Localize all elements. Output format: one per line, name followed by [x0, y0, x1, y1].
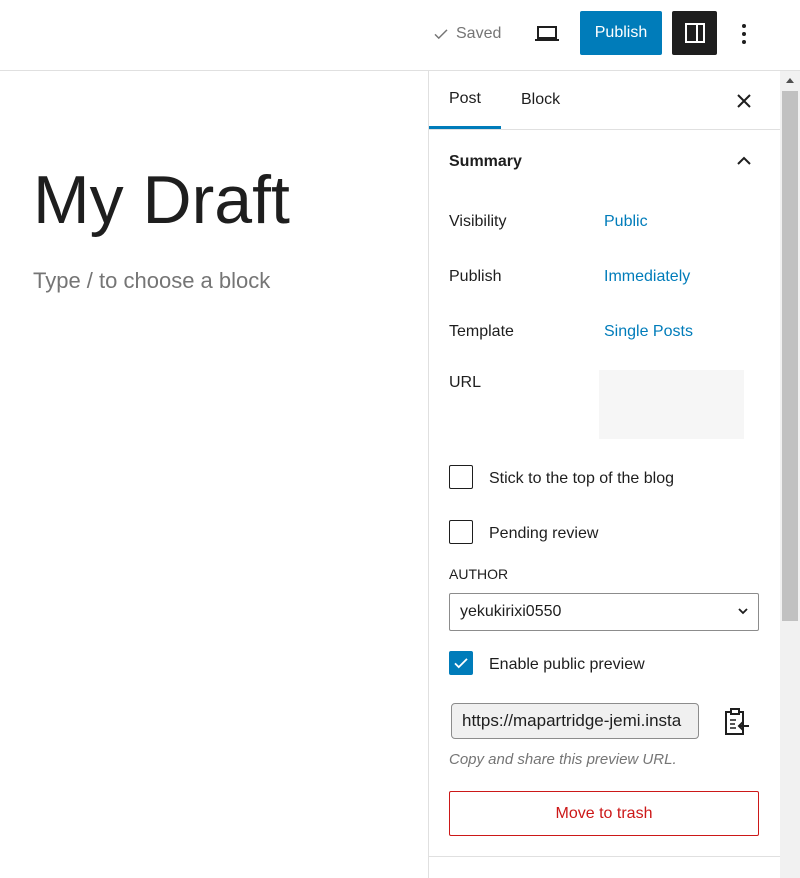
- saved-label: Saved: [456, 25, 502, 42]
- stick-to-top-checkbox[interactable]: [449, 465, 473, 489]
- post-title[interactable]: My Draft: [33, 160, 290, 240]
- sidebar-panel-icon: [684, 23, 705, 43]
- panel-divider: [429, 856, 780, 857]
- public-preview-checkbox[interactable]: [449, 651, 473, 675]
- public-preview-label[interactable]: Enable public preview: [489, 656, 645, 674]
- check-icon: [454, 658, 468, 669]
- copy-preview-url-button[interactable]: [722, 707, 752, 737]
- chevron-up-icon[interactable]: [734, 151, 754, 171]
- pending-review-label[interactable]: Pending review: [489, 525, 598, 543]
- check-icon: [434, 29, 448, 40]
- chevron-down-icon: [738, 608, 748, 615]
- author-selected-value: yekukirixi0550: [460, 603, 562, 620]
- url-label: URL: [449, 374, 482, 391]
- preview-help-text: Copy and share this preview URL.: [449, 751, 677, 768]
- author-label: AUTHOR: [449, 566, 509, 582]
- scrollbar-thumb[interactable]: [782, 91, 798, 621]
- close-sidebar-button[interactable]: [732, 89, 756, 113]
- publish-date-label: Publish: [449, 268, 502, 285]
- visibility-label: Visibility: [449, 213, 507, 230]
- publish-date-toggle[interactable]: Immediately: [604, 268, 690, 286]
- publish-button[interactable]: Publish: [580, 11, 662, 55]
- sidebar-tabs: Post Block: [429, 71, 780, 130]
- template-toggle[interactable]: Single Posts: [604, 323, 693, 341]
- template-label: Template: [449, 323, 514, 340]
- settings-sidebar: Post Block Summary Visibility Public Pub…: [428, 71, 780, 878]
- saved-indicator: Saved: [432, 22, 501, 46]
- sidebar-scrollbar[interactable]: [780, 71, 800, 878]
- tab-block[interactable]: Block: [521, 71, 560, 129]
- editor-header: Saved Publish: [0, 0, 800, 71]
- tab-post[interactable]: Post: [429, 71, 501, 129]
- visibility-toggle[interactable]: Public: [604, 213, 648, 231]
- block-appender[interactable]: Type / to choose a block: [33, 268, 270, 294]
- close-icon: [737, 94, 751, 108]
- settings-toggle-button[interactable]: [672, 11, 717, 55]
- options-menu-button[interactable]: [730, 18, 758, 50]
- url-field[interactable]: [599, 370, 744, 439]
- vertical-ellipsis-icon: [742, 24, 746, 44]
- move-to-trash-button[interactable]: Move to trash: [449, 791, 759, 836]
- summary-panel-title[interactable]: Summary: [449, 153, 522, 171]
- stick-to-top-label[interactable]: Stick to the top of the blog: [489, 470, 674, 488]
- author-select[interactable]: yekukirixi0550: [449, 593, 759, 631]
- laptop-icon: [535, 26, 559, 41]
- scroll-up-arrow-icon[interactable]: [780, 71, 800, 89]
- pending-review-checkbox[interactable]: [449, 520, 473, 544]
- preview-url-input[interactable]: [451, 703, 699, 739]
- preview-button[interactable]: [530, 18, 564, 50]
- clipboard-copy-icon: [725, 708, 749, 735]
